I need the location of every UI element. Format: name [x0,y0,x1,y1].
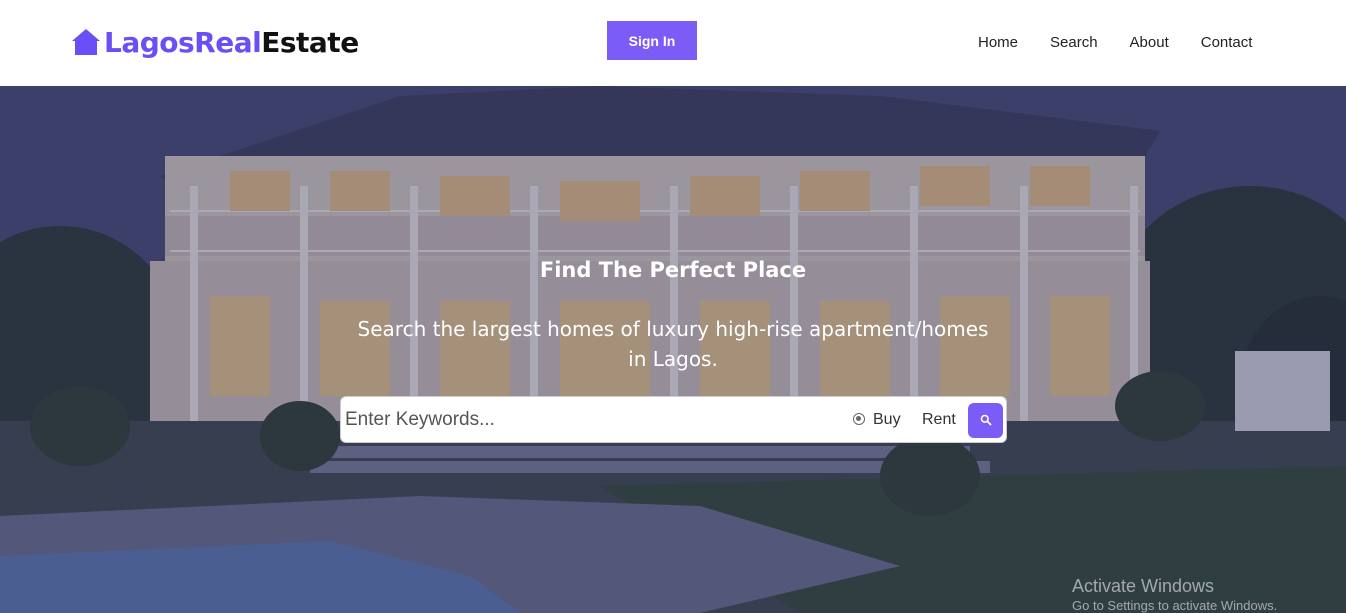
search-button[interactable] [968,403,1003,438]
search-input[interactable] [345,403,825,437]
logo-text-primary: LagosReal [104,25,262,59]
home-icon [72,29,100,55]
hero-subtitle: Search the largest homes of luxury high-… [357,317,989,371]
nav-about[interactable]: About [1130,34,1169,51]
site-logo[interactable]: LagosReal Estate [70,22,359,62]
search-icon [980,414,992,426]
search-bar: Buy Rent [340,396,1007,443]
watermark-line-2: Go to Settings to activate Windows. [1072,598,1278,613]
activate-windows-watermark: Activate Windows Go to Settings to activ… [1072,576,1277,613]
logo-text-secondary: Estate [261,25,359,59]
sign-in-button[interactable]: Sign In [607,21,697,60]
nav-contact[interactable]: Contact [1201,34,1253,51]
watermark-line-1: Activate Windows [1072,576,1215,596]
rent-label[interactable]: Rent [922,411,956,429]
site-header: LagosReal Estate Sign In Home Search Abou… [0,0,1346,86]
hero-section: Find The Perfect Place Search the larges… [0,86,1346,613]
buy-label[interactable]: Buy [873,411,901,429]
nav-home[interactable]: Home [978,34,1018,51]
buy-radio[interactable] [853,413,865,425]
main-nav: Home Search About Contact [978,31,1252,53]
hero-title: Find The Perfect Place [539,258,807,282]
nav-search[interactable]: Search [1050,34,1098,51]
